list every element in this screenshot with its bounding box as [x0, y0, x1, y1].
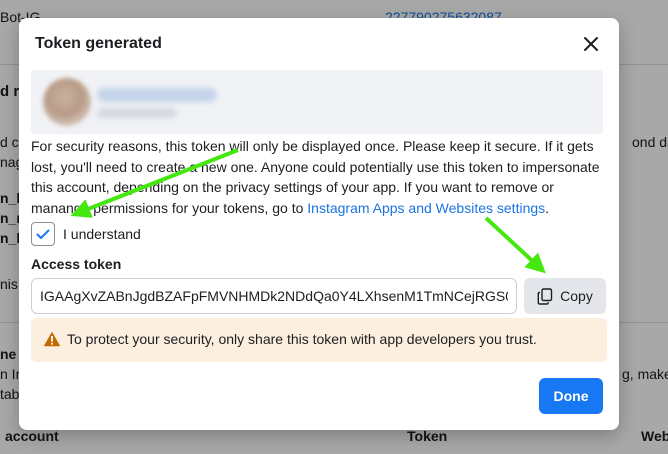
- copy-icon: [537, 287, 553, 305]
- account-strip: [31, 70, 603, 134]
- understand-label[interactable]: I understand: [63, 226, 141, 242]
- avatar: [43, 78, 91, 126]
- blurred-account-detail: [97, 108, 177, 118]
- copy-button[interactable]: Copy: [524, 278, 606, 314]
- instagram-settings-link[interactable]: Instagram Apps and Websites settings: [307, 200, 545, 216]
- warning-icon: [43, 331, 61, 347]
- understand-checkbox[interactable]: [31, 222, 55, 246]
- close-button[interactable]: [581, 34, 601, 54]
- access-token-label: Access token: [31, 256, 122, 272]
- copy-label: Copy: [560, 288, 593, 304]
- access-token-field[interactable]: [31, 278, 517, 314]
- warning-text: To protect your security, only share thi…: [67, 331, 537, 347]
- checkmark-icon: [36, 229, 50, 239]
- done-button[interactable]: Done: [539, 378, 603, 414]
- security-warning-banner: To protect your security, only share thi…: [31, 318, 607, 362]
- dialog-title: Token generated: [35, 35, 162, 52]
- close-icon: [584, 37, 598, 51]
- notice-end: .: [545, 199, 550, 216]
- token-generated-dialog: Token generated For security reasons, th…: [19, 18, 619, 430]
- security-notice: For security reasons, this token will on…: [31, 136, 603, 218]
- blurred-account-name: [97, 88, 217, 102]
